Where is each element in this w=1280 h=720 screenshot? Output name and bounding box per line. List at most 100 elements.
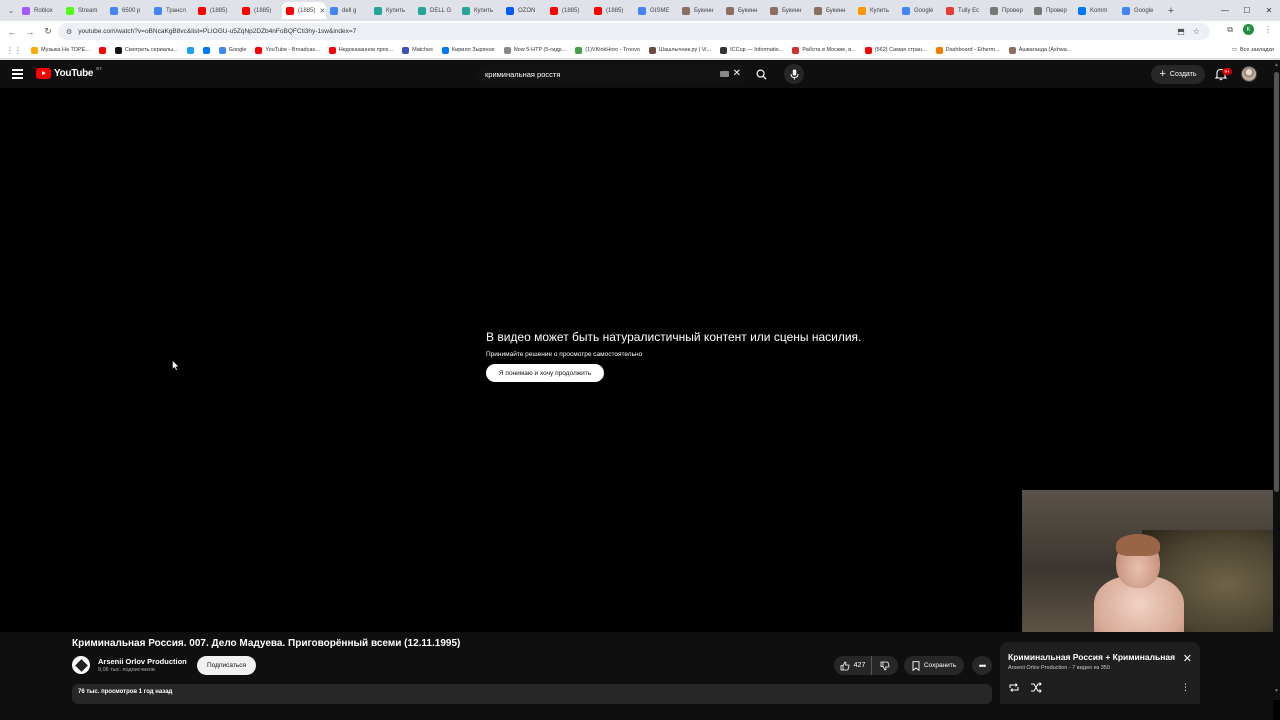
- bookmark-item[interactable]: ICCup — Informatio...: [720, 46, 784, 54]
- bookmark-item[interactable]: [202, 46, 210, 54]
- playlist-menu-icon[interactable]: ⋮: [1181, 682, 1190, 693]
- new-tab-icon[interactable]: +: [1164, 5, 1178, 17]
- browser-tab[interactable]: (1885): [238, 2, 282, 19]
- browser-tab[interactable]: (1885): [590, 2, 634, 19]
- bookmark-item[interactable]: Google: [218, 46, 246, 54]
- page-scrollbar[interactable]: ▲ ▼: [1273, 60, 1280, 700]
- tab-label: Купить: [474, 7, 493, 14]
- close-tab-icon[interactable]: ✕: [319, 7, 325, 15]
- voice-search-button[interactable]: [784, 64, 804, 84]
- tab-favicon-icon: [1122, 6, 1130, 15]
- bookmark-label: ICCup — Informatio...: [730, 47, 784, 53]
- bookmark-item[interactable]: Музыка На ТОРЕ...: [31, 46, 90, 54]
- create-button[interactable]: + Создать: [1151, 65, 1205, 84]
- apps-icon[interactable]: ⋮⋮: [6, 46, 22, 55]
- youtube-logo[interactable]: YouTube BY: [36, 66, 102, 79]
- keyboard-icon[interactable]: [720, 71, 729, 77]
- profile-avatar[interactable]: K: [1243, 24, 1254, 35]
- scroll-up-icon[interactable]: ▲: [1274, 62, 1279, 68]
- browser-tab[interactable]: (1885): [546, 2, 590, 19]
- bookmark-item[interactable]: [186, 46, 194, 54]
- playlist-meta: Arsenii Orlov Production - 7 видео из 35…: [1008, 665, 1110, 671]
- bookmark-favicon-icon: [186, 46, 194, 54]
- account-avatar[interactable]: [1241, 66, 1257, 82]
- browser-tab[interactable]: Букинн: [810, 2, 854, 19]
- browser-tab[interactable]: Google: [898, 2, 942, 19]
- maximize-icon[interactable]: ☐: [1236, 6, 1258, 15]
- menu-icon[interactable]: [12, 69, 23, 79]
- bookmark-item[interactable]: Кирилл Зыряное: [441, 46, 495, 54]
- browser-tab[interactable]: Stream: [62, 2, 106, 19]
- tab-label: Stream: [78, 7, 98, 14]
- shuffle-icon[interactable]: [1030, 682, 1042, 693]
- browser-tab[interactable]: dell g: [326, 2, 370, 19]
- close-window-icon[interactable]: ✕: [1258, 6, 1280, 15]
- browser-tab[interactable]: Купить: [458, 2, 502, 19]
- tab-favicon-icon: [462, 6, 470, 15]
- browser-tab[interactable]: GISME: [634, 2, 678, 19]
- browser-tab[interactable]: Букинн: [766, 2, 810, 19]
- save-button[interactable]: Сохранить: [904, 656, 964, 675]
- tab-label: dell g: [342, 7, 357, 14]
- bookmark-item[interactable]: (1)VKinkHoro - Troovo: [575, 46, 640, 54]
- reload-icon[interactable]: ↻: [39, 26, 57, 37]
- bookmark-item[interactable]: Ашваганда (Ashwa...: [1008, 46, 1071, 54]
- browser-menu-icon[interactable]: ⋮: [1264, 25, 1272, 34]
- browser-tab[interactable]: DELL G: [414, 2, 458, 19]
- browser-tab[interactable]: Провер: [1030, 2, 1074, 19]
- scrollbar-thumb[interactable]: [1274, 72, 1279, 492]
- tab-search-icon[interactable]: ⌄: [4, 2, 18, 19]
- browser-tab[interactable]: Букинн: [722, 2, 766, 19]
- bookmark-item[interactable]: Недоказанное прох...: [328, 46, 393, 54]
- bookmark-item[interactable]: (562) Самая стран...: [864, 46, 927, 54]
- continue-button[interactable]: Я понимаю и хочу продолжить: [486, 364, 604, 382]
- back-icon[interactable]: ←: [3, 27, 21, 37]
- channel-avatar[interactable]: [72, 656, 90, 674]
- all-bookmarks[interactable]: ▭ Все закладки: [1225, 42, 1274, 58]
- browser-tab[interactable]: Komm: [1074, 2, 1118, 19]
- bookmark-item[interactable]: [98, 46, 106, 54]
- subscribe-button[interactable]: Подписаться: [197, 656, 256, 675]
- search-button[interactable]: [746, 65, 776, 84]
- browser-tab[interactable]: (1885): [194, 2, 238, 19]
- playlist-title[interactable]: Криминальная Россия + Криминальная: [1008, 652, 1176, 662]
- browser-tab[interactable]: Букинн: [678, 2, 722, 19]
- more-actions-button[interactable]: •••: [972, 656, 992, 675]
- bookmark-item[interactable]: Matches: [402, 46, 433, 54]
- forward-icon[interactable]: →: [21, 27, 39, 37]
- bookmark-item[interactable]: Работа в Москве, в...: [792, 46, 856, 54]
- site-info-icon[interactable]: ⚙: [66, 28, 72, 36]
- url-text: youtube.com/watch?v=oBNcaKgB8vc&list=PLI…: [78, 28, 357, 35]
- bookmark-icon: [912, 660, 920, 671]
- tab-favicon-icon: [858, 6, 866, 15]
- bookmark-item[interactable]: Шашлычник.ру | Vi...: [648, 46, 711, 54]
- bookmark-item[interactable]: Now 5-HTP (5-гидр...: [503, 46, 566, 54]
- browser-tab[interactable]: 6500 р: [106, 2, 150, 19]
- browser-tab[interactable]: Tully Ес: [942, 2, 986, 19]
- clear-search-icon[interactable]: ✕: [733, 68, 741, 79]
- bookmark-item[interactable]: Смотреть сериалы...: [114, 46, 178, 54]
- browser-tab[interactable]: Трансл: [150, 2, 194, 19]
- description-box[interactable]: 76 тыс. просмотров 1 год назад: [72, 684, 992, 704]
- search-input[interactable]: криминальная росстя ✕: [478, 65, 745, 84]
- loop-icon[interactable]: [1008, 682, 1020, 693]
- like-button[interactable]: 427: [834, 656, 872, 675]
- install-icon[interactable]: ⬒: [1177, 27, 1185, 36]
- close-playlist-icon[interactable]: ✕: [1183, 652, 1192, 665]
- browser-tab[interactable]: Roblox: [18, 2, 62, 19]
- url-field[interactable]: ⚙ youtube.com/watch?v=oBNcaKgB8vc&list=P…: [58, 23, 1210, 40]
- browser-tab[interactable]: Google: [1118, 2, 1162, 19]
- minimize-icon[interactable]: —: [1214, 6, 1236, 15]
- dislike-button[interactable]: [872, 656, 898, 675]
- browser-tab[interactable]: Купить: [370, 2, 414, 19]
- extensions-icon[interactable]: ⧉: [1227, 25, 1233, 35]
- browser-tab[interactable]: OZON: [502, 2, 546, 19]
- browser-tab[interactable]: Купить: [854, 2, 898, 19]
- browser-tab[interactable]: Провер: [986, 2, 1030, 19]
- browser-tab[interactable]: (1885) ✕: [282, 2, 326, 19]
- bookmark-item[interactable]: YouTube - Broadcas...: [255, 46, 320, 54]
- scroll-down-icon[interactable]: ▼: [1274, 688, 1279, 694]
- channel-name[interactable]: Arsenii Orlov Production: [98, 657, 187, 666]
- bookmark-item[interactable]: Dashboard - Etherm...: [935, 46, 1000, 54]
- bookmark-star-icon[interactable]: ☆: [1193, 27, 1200, 36]
